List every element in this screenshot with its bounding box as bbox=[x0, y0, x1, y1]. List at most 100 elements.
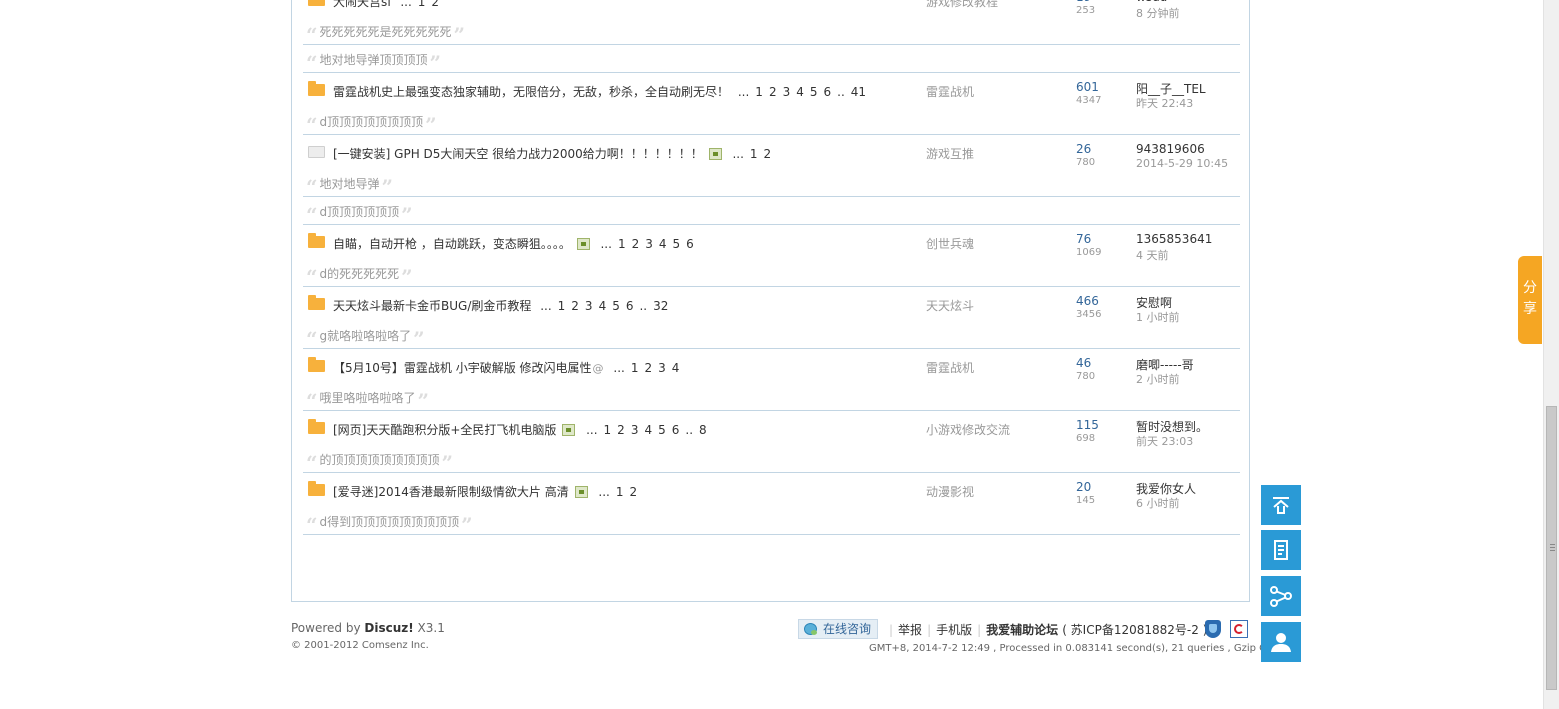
page-link[interactable]: 4 bbox=[659, 237, 667, 251]
page-link[interactable]: 1 bbox=[755, 85, 763, 99]
forum-link[interactable]: 创世兵魂 bbox=[926, 235, 974, 252]
page-link[interactable]: 5 bbox=[658, 423, 666, 437]
folder-icon[interactable] bbox=[308, 233, 325, 248]
page-link[interactable]: 1 bbox=[604, 423, 612, 437]
thread-title-link[interactable]: [爱寻迷]2014香港最新限制级情欲大片 高清 bbox=[333, 485, 569, 499]
quote-text: “g就咯啦咯啦咯了” bbox=[306, 327, 425, 351]
reply-count[interactable]: 466 bbox=[1076, 294, 1099, 308]
reply-count[interactable]: 601 bbox=[1076, 80, 1099, 94]
reply-count[interactable]: 26 bbox=[1076, 142, 1091, 156]
page-link[interactable]: 41 bbox=[851, 85, 866, 99]
page-link[interactable]: 6 bbox=[626, 299, 634, 313]
page-link[interactable]: 2 bbox=[769, 85, 777, 99]
page-link[interactable]: 3 bbox=[658, 361, 666, 375]
share-tab[interactable]: 分 享 bbox=[1518, 256, 1542, 344]
page-link[interactable]: 32 bbox=[653, 299, 668, 313]
folder-icon[interactable] bbox=[308, 295, 325, 310]
page-link[interactable]: 1 bbox=[616, 485, 624, 499]
reply-count[interactable]: 115 bbox=[1076, 418, 1099, 432]
back-to-top-button[interactable] bbox=[1261, 485, 1301, 525]
page-link[interactable]: 5 bbox=[673, 237, 681, 251]
forum-link[interactable]: 游戏互推 bbox=[926, 145, 974, 162]
quote-text: “d顶顶顶顶顶顶顶顶” bbox=[306, 113, 437, 137]
page-link[interactable]: 4 bbox=[644, 423, 652, 437]
page-link[interactable]: 4 bbox=[599, 299, 607, 313]
forum-link[interactable]: 游戏修改教程 bbox=[926, 0, 998, 10]
open-quote-icon: “ bbox=[306, 175, 318, 199]
folder-icon[interactable] bbox=[308, 481, 325, 496]
page-link[interactable]: 2 bbox=[632, 237, 640, 251]
folder-icon[interactable] bbox=[308, 143, 325, 158]
user-button[interactable] bbox=[1261, 622, 1301, 662]
forum-link[interactable]: 天天炫斗 bbox=[926, 297, 974, 314]
mobile-link[interactable]: 手机版 bbox=[936, 623, 972, 637]
close-quote-icon: ” bbox=[429, 51, 442, 75]
thread-title-link[interactable]: [网页]天天酷跑积分版+全民打飞机电脑版 bbox=[333, 423, 556, 437]
forum-link[interactable]: 小游戏修改交流 bbox=[926, 421, 1010, 438]
quote-row: “g就咯啦咯啦咯了” bbox=[303, 321, 1240, 349]
scrollbar-thumb[interactable] bbox=[1546, 406, 1557, 690]
online-consult-button[interactable]: 在线咨询 bbox=[798, 619, 878, 639]
page-link[interactable]: 8 bbox=[699, 423, 707, 437]
page-link[interactable]: 4 bbox=[796, 85, 804, 99]
last-poster-link[interactable]: wsdd bbox=[1136, 0, 1167, 4]
page-link[interactable]: 1 bbox=[631, 361, 639, 375]
report-link[interactable]: 举报 bbox=[898, 623, 922, 637]
page-link[interactable]: 1 bbox=[558, 299, 566, 313]
last-poster-link[interactable]: 943819606 bbox=[1136, 142, 1205, 156]
page-link[interactable]: 1 bbox=[750, 147, 758, 161]
folder-icon[interactable] bbox=[308, 357, 325, 372]
site-name-link[interactable]: 我爱辅助论坛 bbox=[986, 623, 1058, 637]
page-link[interactable]: 6 bbox=[824, 85, 832, 99]
thread-title-link[interactable]: 天天炫斗最新卡金币BUG/刷金币教程 bbox=[333, 299, 531, 313]
page-link[interactable]: 2 bbox=[617, 423, 625, 437]
thread-title-link[interactable]: 雷霆战机史上最强变态独家辅助，无限倍分，无敌，秒杀，全自动刷无尽！ bbox=[333, 85, 729, 99]
quote-row: “死死死死死是死死死死死” bbox=[303, 17, 1240, 45]
page-link[interactable]: 5 bbox=[810, 85, 818, 99]
close-quote-icon: ” bbox=[453, 23, 466, 47]
thread-title-link[interactable]: 自瞄，自动开枪 ，自动跳跃，变态瞬狙。。。。 bbox=[333, 237, 571, 251]
share-network-button[interactable] bbox=[1261, 576, 1301, 616]
page-link[interactable]: 6 bbox=[686, 237, 694, 251]
page-link[interactable]: 3 bbox=[585, 299, 593, 313]
post-button[interactable] bbox=[1261, 530, 1301, 570]
forum-link[interactable]: 雷霆战机 bbox=[926, 359, 974, 376]
reply-count[interactable]: 46 bbox=[1076, 356, 1091, 370]
security-shield-icon[interactable] bbox=[1205, 620, 1221, 638]
page-link[interactable]: 2 bbox=[431, 0, 439, 9]
thread-title: 【5月10号】雷霆战机 小宇破解版 修改闪电属性@ ... 1 2 3 4 bbox=[333, 359, 682, 376]
last-poster-link[interactable]: 1365853641 bbox=[1136, 232, 1212, 246]
page-link[interactable]: 3 bbox=[645, 237, 653, 251]
page-link[interactable]: 4 bbox=[672, 361, 680, 375]
page-link[interactable]: 1 bbox=[418, 0, 426, 9]
page-ellipsis: ... bbox=[600, 237, 612, 251]
reply-count[interactable]: 20 bbox=[1076, 480, 1091, 494]
thread-title: 雷霆战机史上最强变态独家辅助，无限倍分，无敌，秒杀，全自动刷无尽！ ... 1 2 3… bbox=[333, 83, 869, 100]
folder-icon[interactable] bbox=[308, 0, 325, 6]
forum-link[interactable]: 雷霆战机 bbox=[926, 83, 974, 100]
folder-icon[interactable] bbox=[308, 419, 325, 434]
thread-title-link[interactable]: [一键安装] GPH D5大闹天空 很给力战力2000给力啊！！！！！！！ bbox=[333, 147, 703, 161]
page-link[interactable]: 3 bbox=[631, 423, 639, 437]
thread-title-link[interactable]: 大闹天宫sf bbox=[333, 0, 391, 9]
certification-icon[interactable] bbox=[1230, 620, 1248, 638]
page-link[interactable]: 6 bbox=[672, 423, 680, 437]
icp-link[interactable]: ( 苏ICP备12081882号-2 ) bbox=[1062, 623, 1207, 637]
page-links: ... 1 2 bbox=[595, 485, 640, 499]
page-link[interactable]: 3 bbox=[783, 85, 791, 99]
page-link[interactable]: 2 bbox=[571, 299, 579, 313]
vertical-scrollbar[interactable] bbox=[1543, 0, 1559, 709]
page-link[interactable]: 1 bbox=[618, 237, 626, 251]
thread-title: [爱寻迷]2014香港最新限制级情欲大片 高清 ... 1 2 bbox=[333, 483, 640, 500]
thread-title-link[interactable]: 【5月10号】雷霆战机 小宇破解版 修改闪电属性 bbox=[333, 361, 592, 375]
folder-icon[interactable] bbox=[308, 81, 325, 96]
forum-link[interactable]: 动漫影视 bbox=[926, 483, 974, 500]
page-link[interactable]: 5 bbox=[612, 299, 620, 313]
page-link[interactable]: 2 bbox=[764, 147, 772, 161]
page-link[interactable]: 2 bbox=[644, 361, 652, 375]
discuz-link[interactable]: Discuz! bbox=[364, 621, 413, 635]
reply-count[interactable]: 19 bbox=[1076, 0, 1091, 4]
page-link[interactable]: 2 bbox=[629, 485, 637, 499]
quote-row: “地对地导弹顶顶顶顶” bbox=[303, 45, 1240, 73]
reply-count[interactable]: 76 bbox=[1076, 232, 1091, 246]
